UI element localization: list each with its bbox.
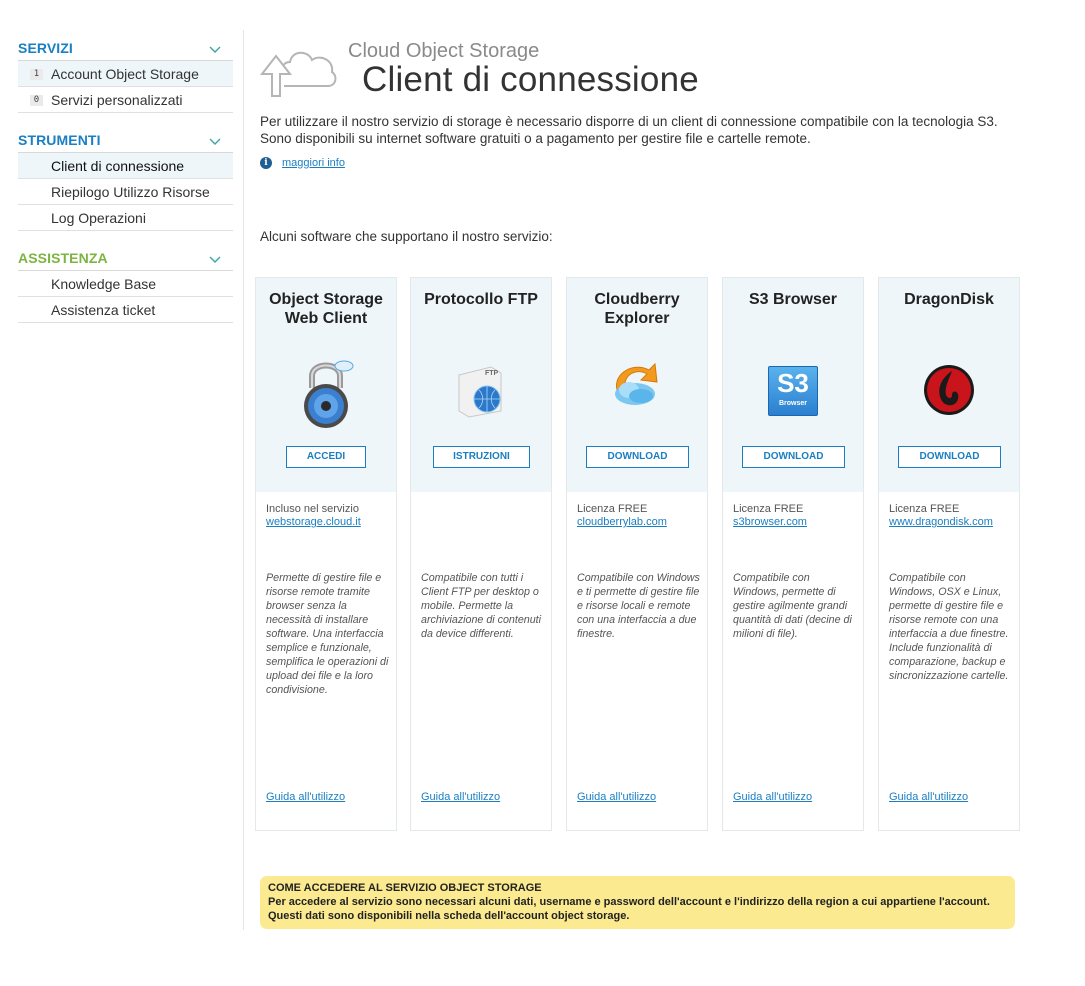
card-description: Compatibile con Windows, permette di ges… (733, 572, 852, 640)
license-info: Licenza FREE s3browser.com (733, 503, 807, 529)
sidebar-item-riepilogo-utilizzo-risorse[interactable]: Riepilogo Utilizzo Risorse (18, 179, 233, 205)
section-title-assistenza: ASSISTENZA (18, 250, 108, 266)
download-button[interactable]: DOWNLOAD (898, 446, 1001, 468)
card-description: Compatibile con tutti i Client FTP per d… (421, 572, 542, 640)
chevron-down-icon[interactable] (209, 256, 221, 264)
card-title: Cloudberry Explorer (594, 291, 680, 327)
notice-line: Per accedere al servizio sono necessari … (268, 896, 990, 908)
chevron-down-icon[interactable] (209, 138, 221, 146)
download-button[interactable]: DOWNLOAD (586, 446, 689, 468)
chevron-down-icon[interactable] (209, 46, 221, 54)
download-button[interactable]: DOWNLOAD (742, 446, 845, 468)
website-link[interactable]: s3browser.com (733, 516, 807, 529)
intro-line: Sono disponibili su internet software gr… (260, 131, 811, 146)
section-header-assistenza[interactable]: ASSISTENZA (18, 246, 233, 271)
info-row: i maggiori info (260, 157, 345, 169)
website-link[interactable]: webstorage.cloud.it (266, 516, 361, 529)
card-description: Compatibile con Windows e ti permette di… (577, 572, 700, 640)
guide-link[interactable]: Guida all'utilizzo (421, 791, 500, 803)
istruzioni-button[interactable]: ISTRUZIONI (433, 446, 530, 468)
license-info: Incluso nel servizio webstorage.cloud.it (266, 503, 361, 529)
card-description: Permette di gestire file e risorse remot… (266, 572, 389, 696)
section-header-servizi[interactable]: SERVIZI (18, 36, 233, 61)
cloudberry-icon (567, 356, 707, 416)
license-label: Licenza FREE (577, 503, 648, 515)
sidebar-item-account-object-storage[interactable]: 1 Account Object Storage (18, 61, 233, 87)
guide-link[interactable]: Guida all'utilizzo (889, 791, 968, 803)
card-title: Object Storage Web Client (269, 291, 383, 327)
sidebar: SERVIZI 1 Account Object Storage 0 Servi… (18, 36, 233, 323)
s3-logo-subtext: Browser (778, 400, 807, 407)
license-label: Licenza FREE (889, 503, 960, 515)
intro-text: Per utilizzare il nostro servizio di sto… (260, 113, 1060, 147)
cloud-upload-icon (259, 51, 337, 97)
license-label: Licenza FREE (733, 503, 804, 515)
sidebar-item-label: Account Object Storage (51, 65, 199, 82)
count-badge: 1 (30, 69, 43, 80)
s3-browser-icon: S3 Browser (723, 356, 863, 416)
software-card-cloudberry-explorer: Cloudberry Explorer DOWNLOAD Licenza FRE… (566, 277, 708, 831)
svg-text:FTP: FTP (485, 370, 499, 377)
notice-box: COME ACCEDERE AL SERVIZIO OBJECT STORAGE… (260, 876, 1015, 929)
card-description: Compatibile con Windows, OSX e Linux, pe… (889, 572, 1009, 682)
software-card-s3-browser: S3 Browser S3 Browser DOWNLOAD Licenza F… (722, 277, 864, 831)
website-link[interactable]: cloudberrylab.com (577, 516, 667, 529)
card-title: DragonDisk (904, 291, 994, 308)
notice-title: COME ACCEDERE AL SERVIZIO OBJECT STORAGE (268, 882, 542, 894)
count-badge: 0 (30, 95, 43, 106)
dragondisk-icon (879, 356, 1019, 416)
ftp-globe-icon: FTP (411, 356, 551, 418)
info-icon: i (260, 157, 272, 169)
sidebar-item-label: Client di connessione (51, 157, 185, 174)
software-card-object-storage-web-client: Object Storage Web Client ACCEDI Incluso… (255, 277, 397, 831)
sidebar-item-label: Knowledge Base (51, 275, 157, 292)
more-info-link[interactable]: maggiori info (282, 157, 345, 169)
padlock-icon (256, 356, 396, 428)
guide-link[interactable]: Guida all'utilizzo (266, 791, 345, 803)
s3-logo-text: S3 (777, 368, 809, 398)
sidebar-item-servizi-personalizzati[interactable]: 0 Servizi personalizzati (18, 87, 233, 113)
license-label: Incluso nel servizio (266, 503, 359, 515)
website-link[interactable]: www.dragondisk.com (889, 516, 993, 529)
sidebar-item-knowledge-base[interactable]: Knowledge Base (18, 271, 233, 297)
sidebar-item-label: Riepilogo Utilizzo Risorse (51, 183, 210, 200)
intro-line: Per utilizzare il nostro servizio di sto… (260, 114, 998, 129)
license-info: Licenza FREE www.dragondisk.com (889, 503, 993, 529)
sidebar-item-log-operazioni[interactable]: Log Operazioni (18, 205, 233, 231)
sidebar-item-label: Log Operazioni (51, 209, 146, 226)
software-card-protocollo-ftp: Protocollo FTP FTP ISTRUZIONI Compatibil… (410, 277, 552, 831)
license-info: Licenza FREE cloudberrylab.com (577, 503, 667, 529)
guide-link[interactable]: Guida all'utilizzo (733, 791, 812, 803)
notice-line: Questi dati sono disponibili nella sched… (268, 910, 630, 922)
section-title-servizi: SERVIZI (18, 40, 73, 56)
software-card-dragondisk: DragonDisk DOWNLOAD Licenza FREE www.dra… (878, 277, 1020, 831)
sidebar-item-assistenza-ticket[interactable]: Assistenza ticket (18, 297, 233, 323)
accedi-button[interactable]: ACCEDI (286, 446, 366, 468)
card-title: S3 Browser (748, 291, 838, 308)
card-title: Protocollo FTP (424, 291, 538, 308)
sidebar-item-label: Servizi personalizzati (51, 91, 183, 108)
guide-link[interactable]: Guida all'utilizzo (577, 791, 656, 803)
software-label: Alcuni software che supportano il nostro… (260, 229, 553, 244)
section-header-strumenti[interactable]: STRUMENTI (18, 128, 233, 153)
section-title-strumenti: STRUMENTI (18, 132, 101, 148)
sidebar-item-label: Assistenza ticket (51, 301, 156, 318)
divider (243, 30, 244, 930)
page-title: Client di connessione (362, 60, 699, 99)
sidebar-item-client-di-connessione[interactable]: Client di connessione (18, 153, 233, 179)
